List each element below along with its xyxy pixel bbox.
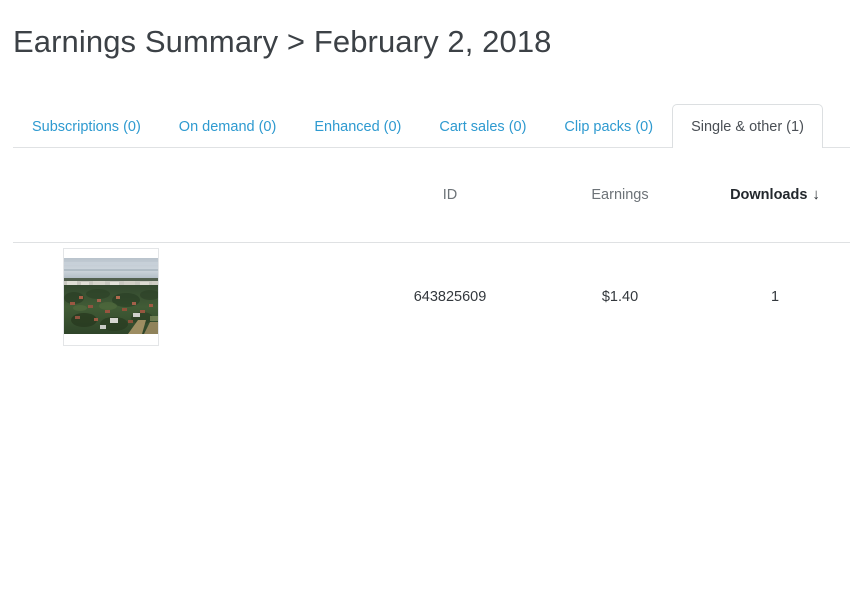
table-header-row: ID Earnings Downloads ↓ [0,148,850,242]
cell-earnings: $1.40 [601,289,639,305]
page-title: Earnings Summary > February 2, 2018 [13,24,552,59]
column-header-downloads-label: Downloads [730,187,808,203]
tab-label: Subscriptions (0) [32,118,141,135]
tab-label: Enhanced (0) [314,118,402,135]
sort-descending-icon: ↓ [812,186,820,203]
tab-on-demand[interactable]: On demand (0) [160,104,296,148]
tab-label: On demand (0) [178,118,277,135]
cell-downloads: 1 [770,289,780,305]
tab-label: Cart sales (0) [439,118,527,135]
tab-cart-sales[interactable]: Cart sales (0) [420,104,545,148]
tab-label: Clip packs (0) [564,118,654,135]
tab-label: Single & other (1) [691,118,804,135]
asset-thumbnail[interactable] [63,248,159,346]
column-header-id[interactable]: ID [360,187,540,203]
tab-enhanced[interactable]: Enhanced (0) [295,104,420,148]
column-header-earnings[interactable]: Earnings [540,187,700,203]
tab-clip-packs[interactable]: Clip packs (0) [545,104,672,148]
column-header-downloads[interactable]: Downloads ↓ [700,187,850,203]
tab-list: Subscriptions (0) On demand (0) Enhanced… [13,104,823,149]
table-row[interactable]: 643825609 $1.40 1 [0,242,850,352]
tab-bar: Subscriptions (0) On demand (0) Enhanced… [0,104,850,149]
aerial-town-photo-icon [64,258,158,334]
cell-id: 643825609 [413,289,487,305]
tab-single-and-other[interactable]: Single & other (1) [672,104,823,149]
thumbnail-cell [0,248,360,346]
earnings-table: ID Earnings Downloads ↓ 643825609 $1.40 … [0,148,850,352]
tab-subscriptions[interactable]: Subscriptions (0) [13,104,160,148]
table-header-divider [13,242,850,243]
